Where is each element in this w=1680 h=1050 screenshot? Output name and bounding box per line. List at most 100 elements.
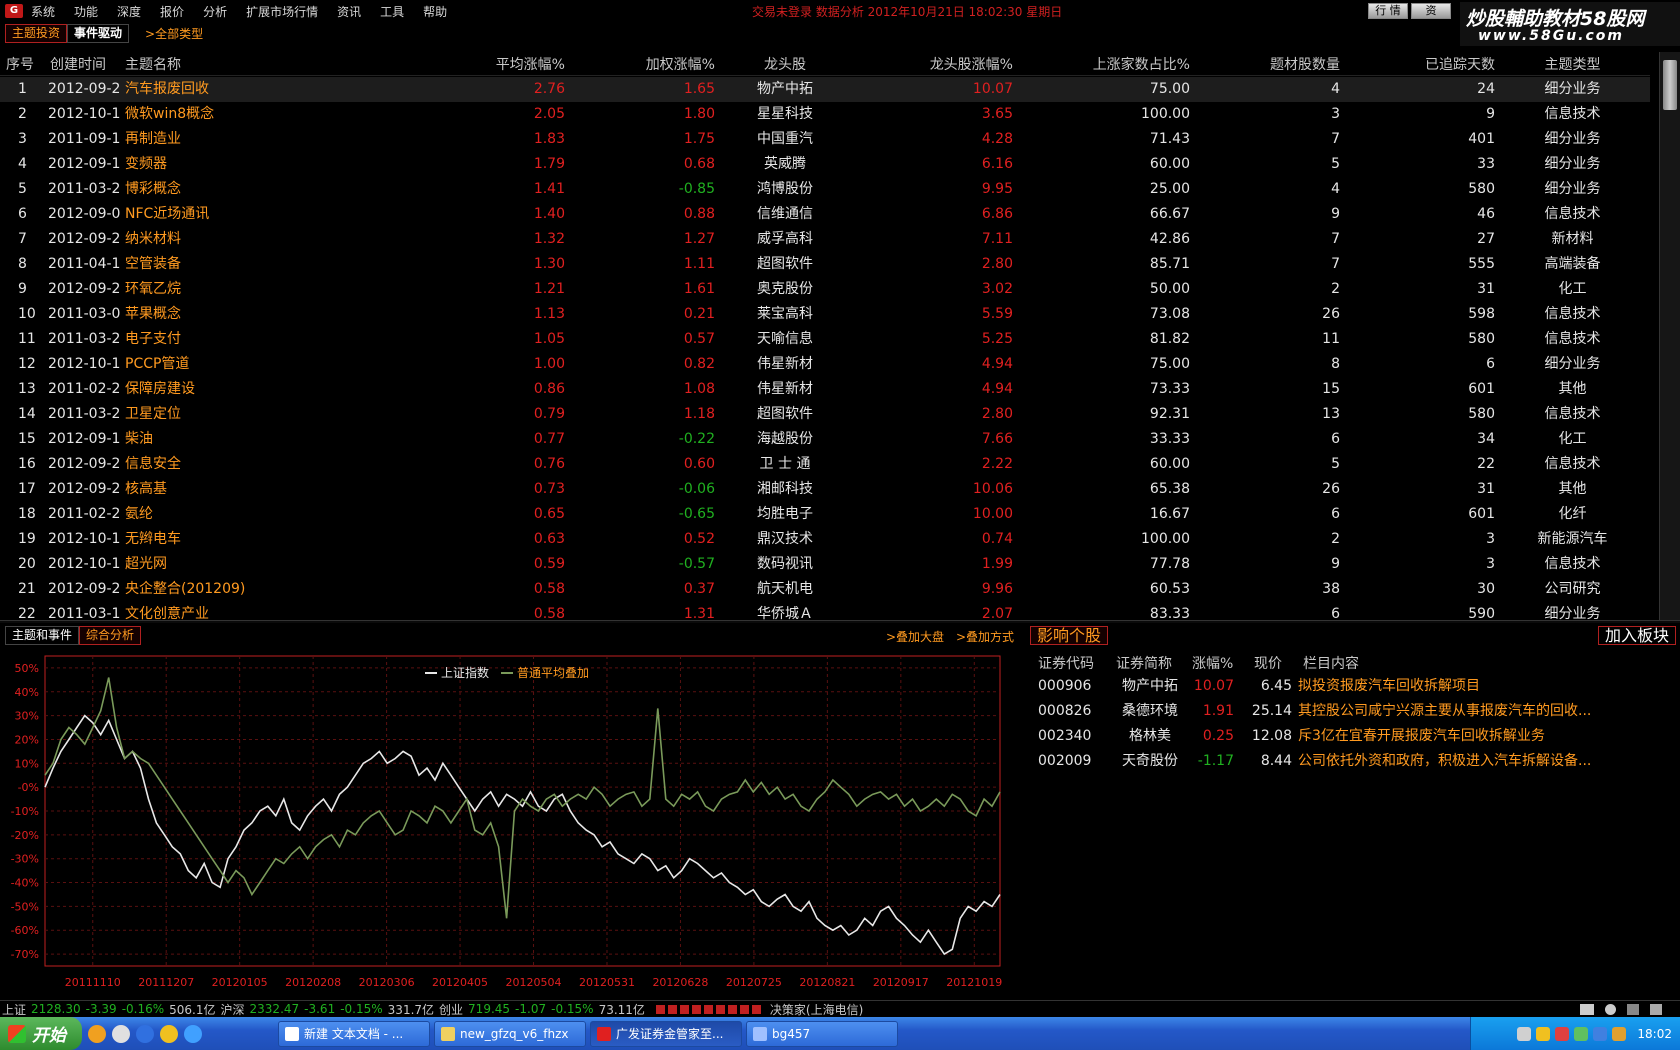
table-row[interactable]: 8 2011-04-15 空管装备 1.30 1.11 超图软件 2.80 85.71 7 555… — [0, 252, 1650, 277]
table-row[interactable]: 13 2011-02-28 保障房建设 0.86 1.08 伟星新材 4.94 73.33 15… — [0, 377, 1650, 402]
weighted-change: -0.06 — [678, 481, 715, 497]
table-row[interactable]: 20 2012-10-18 超光网 0.59 -0.57 数码视讯 1.99 77.78 9 3 信… — [0, 552, 1650, 577]
tab-theme-investment[interactable]: 主题投资 — [5, 24, 68, 43]
menu-function[interactable]: 功能 — [74, 3, 98, 20]
quicklaunch-desktop-icon[interactable] — [112, 1024, 130, 1043]
tab-event-driven[interactable]: 事件驱动 — [67, 24, 130, 43]
table-row[interactable]: 16 2012-09-29 信息安全 0.76 0.60 卫 士 通 2.22 60.00 5 2… — [0, 452, 1650, 477]
task-gf-securities[interactable]: 广发证券金管家至... — [590, 1020, 742, 1047]
table-row[interactable]: 17 2012-09-20 核高基 0.73 -0.06 湘邮科技 10.06 65.38 26… — [0, 477, 1650, 502]
settings-icon[interactable] — [1627, 1004, 1639, 1015]
menu-extended-market[interactable]: 扩展市场行情 — [246, 3, 318, 20]
row-index: 16 — [18, 456, 36, 472]
table-row[interactable]: 3 2011-09-16 再制造业 1.83 1.75 中国重汽 4.28 71.43 7 401… — [0, 127, 1650, 152]
tab-theme-events[interactable]: 主题和事件 — [5, 625, 80, 645]
tray-update-icon[interactable] — [1612, 1026, 1627, 1041]
rising-ratio: 73.33 — [1149, 381, 1190, 397]
menu-help[interactable]: 帮助 — [423, 3, 447, 20]
table-row[interactable]: 21 2012-09-21 央企整合(201209) 0.58 0.37 航天机电 9.96… — [0, 577, 1650, 602]
col-leader-change[interactable]: 龙头股涨幅% — [855, 54, 1013, 74]
col-leader-stock[interactable]: 龙头股 — [720, 54, 850, 74]
quicklaunch-ie-icon[interactable] — [136, 1024, 154, 1043]
task-folder[interactable]: new_gfzq_v6_fhzx — [434, 1020, 586, 1047]
avg-change: 1.40 — [533, 206, 565, 222]
quicklaunch-qq2-icon[interactable] — [160, 1024, 178, 1043]
quicklaunch-qq-icon[interactable] — [88, 1024, 106, 1043]
x-tick-label: 20120725 — [726, 976, 782, 989]
mail-icon[interactable] — [1580, 1004, 1594, 1015]
col-created[interactable]: 创建时间 — [50, 54, 120, 74]
menu-quote[interactable]: 报价 — [160, 3, 184, 20]
row-index: 10 — [18, 306, 36, 322]
menu-depth[interactable]: 深度 — [117, 3, 141, 20]
info-button[interactable]: 资 — [1411, 3, 1451, 19]
menu-system[interactable]: 系统 — [31, 3, 55, 20]
created-date: 2011-02-28 — [48, 381, 120, 397]
created-date: 2011-04-15 — [48, 256, 120, 272]
tray-network-icon[interactable] — [1574, 1026, 1589, 1041]
col-index[interactable]: 序号 — [6, 54, 46, 74]
col-rising-ratio[interactable]: 上涨家数占比% — [1020, 54, 1190, 74]
col-theme-name[interactable]: 主题名称 — [125, 54, 245, 74]
stock-row[interactable]: 002340 格林美 0.25 12.08 斥3亿在宜春开展报废汽车回收拆解业务 — [1030, 724, 1680, 749]
task-notepad[interactable]: 新建 文本文档 - ... — [278, 1020, 430, 1047]
table-row[interactable]: 12 2012-10-15 PCCP管道 1.00 0.82 伟星新材 4.94 75.00 8… — [0, 352, 1650, 377]
stock-code: 000826 — [1038, 703, 1092, 719]
overlay-line-chart: 50% 40% 30% 20% 10% -0% -10% -20% -30% -40% -50% -6… — [11, 655, 1002, 989]
table-row[interactable]: 5 2011-03-21 博彩概念 1.41 -0.85 鸿博股份 9.95 25.00 4 58… — [0, 177, 1650, 202]
start-button[interactable]: 开始 — [0, 1017, 82, 1050]
table-row[interactable]: 10 2011-03-03 苹果概念 1.13 0.21 莱宝高科 5.59 73.08 26 5… — [0, 302, 1650, 327]
type-filter-link[interactable]: >全部类型 — [145, 25, 203, 42]
tray-input-icon[interactable] — [1593, 1026, 1608, 1041]
task-bg457[interactable]: bg457 — [746, 1020, 898, 1047]
tray-qq-icon[interactable] — [1536, 1026, 1551, 1041]
add-to-sector-button[interactable]: 加入板块 — [1598, 626, 1677, 645]
table-row[interactable]: 9 2012-09-20 环氧乙烷 1.21 1.61 奥克股份 3.02 50.00 2 31 化… — [0, 277, 1650, 302]
status-tray-icons — [1580, 1004, 1667, 1015]
col-tracked-days[interactable]: 已追踪天数 — [1345, 54, 1495, 74]
table-scrollbar[interactable] — [1659, 52, 1680, 620]
created-date: 2012-09-20 — [48, 481, 120, 497]
network-icon[interactable] — [1650, 1004, 1662, 1015]
rising-ratio: 85.71 — [1149, 256, 1190, 272]
table-row[interactable]: 19 2012-10-18 无辫电车 0.63 0.52 鼎汉技术 0.74 100.00 2 3… — [0, 527, 1650, 552]
table-row[interactable]: 22 2011-03-11 文化创意产业 0.58 1.31 华侨城Ａ 2.07 83.33 6… — [0, 602, 1650, 620]
stock-row[interactable]: 000906 物产中拓 10.07 6.45 拟投资报废汽车回收拆解项目 — [1030, 674, 1680, 699]
col-avg-change[interactable]: 平均涨幅% — [420, 54, 565, 74]
alert-icon[interactable] — [1605, 1004, 1616, 1015]
panel-divider[interactable] — [0, 620, 1680, 623]
stock-row[interactable]: 002009 天奇股份 -1.17 8.44 公司依托外资和政府，积极进入汽车拆解设备.… — [1030, 749, 1680, 774]
col-stock-count[interactable]: 题材股数量 — [1195, 54, 1340, 74]
tab-affected-stocks[interactable]: 影响个股 — [1030, 626, 1109, 645]
weighted-change: 0.88 — [683, 206, 715, 222]
menu-analysis[interactable]: 分析 — [203, 3, 227, 20]
table-row[interactable]: 6 2012-09-05 NFC近场通讯 1.40 0.88 信维通信 6.86 66.67 9… — [0, 202, 1650, 227]
table-row[interactable]: 7 2012-09-24 纳米材料 1.32 1.27 威孚高科 7.11 42.86 7 27 新… — [0, 227, 1650, 252]
stock-row[interactable]: 000826 桑德环境 1.91 25.14 其控股公司咸宁兴源主要从事报废汽车的回收.… — [1030, 699, 1680, 724]
menu-news[interactable]: 资讯 — [337, 3, 361, 20]
tab-combined-analysis[interactable]: 综合分析 — [79, 625, 142, 645]
row-index: 3 — [18, 131, 27, 147]
overlay-index-link[interactable]: >叠加大盘 — [886, 628, 944, 645]
overlay-mode-link[interactable]: >叠加方式 — [956, 628, 1014, 645]
theme-type: 信息技术 — [1544, 306, 1601, 322]
table-row[interactable]: 11 2011-03-21 电子支付 1.05 0.57 天喻信息 5.25 81.82 11 5… — [0, 327, 1650, 352]
scroll-thumb[interactable] — [1663, 60, 1677, 110]
avg-change: 1.21 — [533, 281, 565, 297]
table-row[interactable]: 14 2011-03-21 卫星定位 0.79 1.18 超图软件 2.80 92.31 13 5… — [0, 402, 1650, 427]
table-row[interactable]: 4 2012-09-18 变频器 1.79 0.68 英威腾 6.16 60.00 5 33 细分业… — [0, 152, 1650, 177]
tracked-days: 9 — [1486, 106, 1495, 122]
table-row[interactable]: 18 2011-02-28 氨纶 0.65 -0.65 均胜电子 10.00 16.67 6 60… — [0, 502, 1650, 527]
stock-count: 3 — [1331, 106, 1340, 122]
table-row[interactable]: 2 2012-10-12 微软win8概念 2.05 1.80 星星科技 3.65 100.0… — [0, 102, 1650, 127]
col-theme-type[interactable]: 主题类型 — [1500, 54, 1645, 74]
table-row[interactable]: 15 2012-09-17 柴油 0.77 -0.22 海越股份 7.66 33.33 6 34 化… — [0, 427, 1650, 452]
menu-tools[interactable]: 工具 — [380, 3, 404, 20]
x-tick-label: 20120405 — [432, 976, 488, 989]
quote-button[interactable]: 行 情 — [1368, 3, 1408, 19]
tray-volume-icon[interactable] — [1517, 1026, 1532, 1041]
col-weighted-change[interactable]: 加权涨幅% — [570, 54, 715, 74]
tray-security-icon[interactable] — [1555, 1026, 1570, 1041]
table-row[interactable]: 1 2012-09-27 汽车报废回收 2.76 1.65 物产中拓 10.07 75.00 4… — [0, 77, 1650, 102]
quicklaunch-browser-icon[interactable] — [184, 1024, 202, 1043]
